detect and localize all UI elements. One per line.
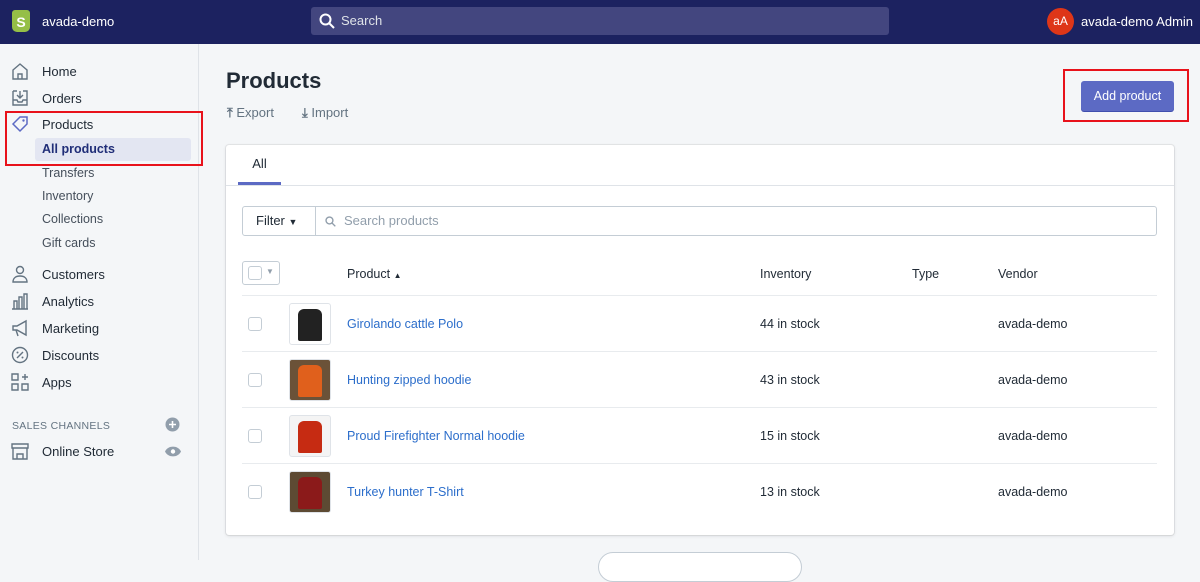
inventory-cell: 43 in stock (760, 373, 820, 387)
column-label: Product (347, 267, 391, 281)
eye-icon[interactable] (165, 446, 181, 457)
table-row[interactable]: Proud Firefighter Normal hoodie 15 in st… (242, 407, 1157, 463)
column-vendor[interactable]: Vendor (998, 267, 1038, 281)
product-name-link[interactable]: Girolando cattle Polo (347, 317, 463, 331)
home-icon (12, 63, 28, 80)
marketing-icon (12, 319, 27, 337)
orders-icon (12, 90, 28, 106)
sort-asc-icon: ▲ (393, 271, 402, 280)
row-checkbox[interactable] (248, 485, 262, 499)
product-name-link[interactable]: Turkey hunter T-Shirt (347, 485, 464, 499)
sidebar-item-analytics[interactable]: Analytics (42, 294, 94, 309)
store-icon (11, 443, 29, 460)
row-checkbox[interactable] (248, 373, 262, 387)
vendor-cell: avada-demo (998, 429, 1068, 443)
top-bar: S avada-demo Search aA avada-demo Admin (0, 0, 1200, 44)
product-thumbnail[interactable] (289, 303, 331, 345)
avatar[interactable]: aA (1047, 8, 1074, 35)
vendor-cell: avada-demo (998, 373, 1068, 387)
user-name[interactable]: avada-demo Admin (1081, 14, 1193, 29)
row-checkbox[interactable] (248, 317, 262, 331)
add-channel-icon[interactable] (165, 417, 180, 432)
column-inventory[interactable]: Inventory (760, 267, 811, 281)
filter-label: Filter (256, 213, 285, 228)
inventory-cell: 15 in stock (760, 429, 820, 443)
product-name-link[interactable]: Hunting zipped hoodie (347, 373, 471, 387)
product-thumbnail[interactable] (289, 471, 331, 513)
column-type[interactable]: Type (912, 267, 939, 281)
analytics-icon (12, 293, 28, 310)
select-all-checkbox[interactable]: ▼ (242, 261, 280, 285)
table-row[interactable]: Girolando cattle Polo 44 in stock avada-… (242, 295, 1157, 351)
export-icon: ⤒ (227, 105, 233, 120)
sidebar-item-collections[interactable]: Collections (42, 212, 103, 226)
sidebar-item-customers[interactable]: Customers (42, 267, 105, 282)
export-button[interactable]: ⤒ Export (227, 105, 274, 121)
search-icon (325, 216, 336, 227)
row-checkbox[interactable] (248, 429, 262, 443)
sidebar-item-apps[interactable]: Apps (42, 375, 72, 390)
export-label: Export (236, 105, 274, 120)
sidebar-item-inventory[interactable]: Inventory (42, 189, 93, 203)
sidebar-item-online-store[interactable]: Online Store (42, 444, 114, 459)
inventory-cell: 44 in stock (760, 317, 820, 331)
sidebar-item-discounts[interactable]: Discounts (42, 348, 99, 363)
sidebar-item-transfers[interactable]: Transfers (42, 166, 94, 180)
search-icon (319, 13, 335, 29)
filter-button[interactable]: Filter ▼ (242, 206, 316, 236)
table-row[interactable]: Hunting zipped hoodie 43 in stock avada-… (242, 351, 1157, 407)
sales-channels-heading: SALES CHANNELS (12, 420, 111, 432)
highlight-products (5, 111, 203, 166)
caret-down-icon: ▼ (266, 267, 274, 276)
products-card: All Filter ▼ Search products ▼ Product ▲… (226, 145, 1174, 535)
tab-all[interactable]: All (238, 145, 281, 185)
shopify-logo-icon[interactable]: S (12, 10, 30, 32)
pagination[interactable] (598, 552, 802, 582)
product-thumbnail[interactable] (289, 415, 331, 457)
highlight-add-product (1063, 69, 1189, 122)
import-label: Import (311, 105, 349, 120)
sidebar-item-orders[interactable]: Orders (42, 91, 82, 106)
store-name[interactable]: avada-demo (42, 14, 114, 29)
inventory-cell: 13 in stock (760, 485, 820, 499)
caret-down-icon: ▼ (288, 217, 298, 227)
vendor-cell: avada-demo (998, 317, 1068, 331)
table-row[interactable]: Turkey hunter T-Shirt 13 in stock avada-… (242, 463, 1157, 519)
discounts-icon (11, 346, 29, 364)
search-placeholder: Search (341, 13, 383, 28)
product-name-link[interactable]: Proud Firefighter Normal hoodie (347, 429, 525, 443)
customers-icon (12, 265, 28, 283)
sidebar-item-gift-cards[interactable]: Gift cards (42, 236, 96, 250)
column-product[interactable]: Product ▲ (347, 267, 402, 281)
search-input[interactable]: Search (311, 7, 889, 35)
sidebar-item-marketing[interactable]: Marketing (42, 321, 99, 336)
search-products-input[interactable]: Search products (315, 206, 1157, 236)
page-title: Products (226, 68, 322, 93)
product-thumbnail[interactable] (289, 359, 331, 401)
search-placeholder: Search products (344, 213, 439, 228)
import-icon: ⤓ (302, 105, 308, 120)
vendor-cell: avada-demo (998, 485, 1068, 499)
import-button[interactable]: ⤓ Import (302, 105, 348, 121)
sidebar-item-home[interactable]: Home (42, 64, 77, 79)
apps-icon (11, 373, 29, 391)
divider (226, 185, 1174, 186)
